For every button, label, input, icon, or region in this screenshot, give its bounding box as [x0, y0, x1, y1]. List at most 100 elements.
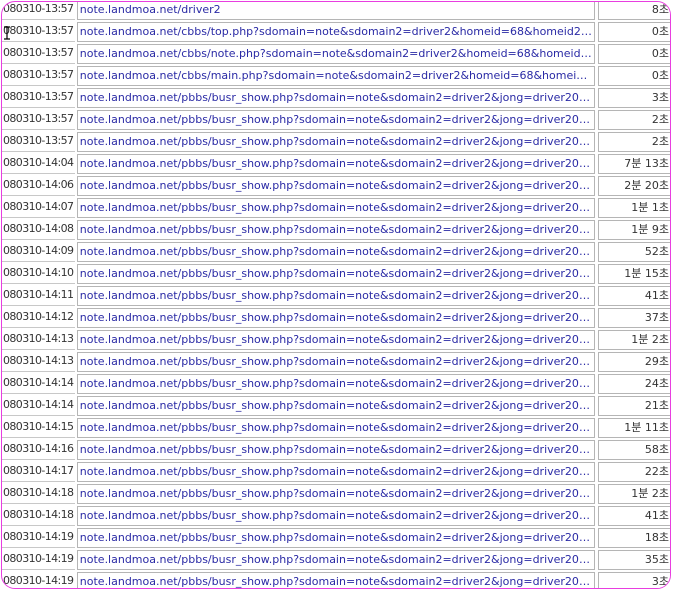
visit-time: 080310-14:04: [2, 154, 75, 174]
visit-url-field[interactable]: note.landmoa.net/pbbs/busr_show.php?sdom…: [76, 132, 596, 152]
visit-url-field[interactable]: note.landmoa.net/pbbs/busr_show.php?sdom…: [76, 572, 596, 588]
visit-duration-field[interactable]: 18초: [598, 528, 670, 548]
visit-time: 080310-14:11: [2, 286, 75, 306]
visit-time: 080310-13:57: [2, 2, 75, 20]
table-row: 080310-13:57 note.landmoa.net/cbbs/note.p…: [2, 44, 670, 64]
table-row: 080310-13:57 note.landmoa.net/pbbs/busr_s…: [2, 132, 670, 152]
visit-duration-field[interactable]: 0초: [598, 22, 670, 42]
visit-time: 080310-14:09: [2, 242, 75, 262]
table-row: 080310-14:17 note.landmoa.net/pbbs/busr_s…: [2, 462, 670, 482]
table-row: 080310-14:13 note.landmoa.net/pbbs/busr_s…: [2, 330, 670, 350]
visit-duration-field[interactable]: 1분 2초: [598, 330, 670, 350]
visit-url-field[interactable]: note.landmoa.net/driver2: [76, 2, 596, 20]
visit-url-field[interactable]: note.landmoa.net/pbbs/busr_show.php?sdom…: [76, 484, 596, 504]
visit-duration-field[interactable]: 2분 20초: [598, 176, 670, 196]
visit-url-field[interactable]: note.landmoa.net/pbbs/busr_show.php?sdom…: [76, 352, 596, 372]
visit-url-field[interactable]: note.landmoa.net/pbbs/busr_show.php?sdom…: [76, 198, 596, 218]
table-row: 080310-14:11 note.landmoa.net/pbbs/busr_s…: [2, 286, 670, 306]
visit-url-field[interactable]: note.landmoa.net/pbbs/busr_show.php?sdom…: [76, 110, 596, 130]
visit-time: 080310-14:08: [2, 220, 75, 240]
table-row: 080310-14:09 note.landmoa.net/pbbs/busr_s…: [2, 242, 670, 262]
visit-time: 080310-13:57: [2, 132, 75, 152]
visit-duration-field[interactable]: 24초: [598, 374, 670, 394]
visit-duration-field[interactable]: 2초: [598, 132, 670, 152]
table-row: 080310-14:19 note.landmoa.net/pbbs/busr_s…: [2, 550, 670, 570]
visit-time: 080310-14:17: [2, 462, 75, 482]
visit-duration-field[interactable]: 3초: [598, 572, 670, 588]
table-row: 080310-14:13 note.landmoa.net/pbbs/busr_s…: [2, 352, 670, 372]
visit-url-field[interactable]: note.landmoa.net/pbbs/busr_show.php?sdom…: [76, 550, 596, 570]
visit-time: 080310-14:10: [2, 264, 75, 284]
visit-duration-field[interactable]: 37초: [598, 308, 670, 328]
visit-url-field[interactable]: note.landmoa.net/pbbs/busr_show.php?sdom…: [76, 440, 596, 460]
visit-time: 080310-14:07: [2, 198, 75, 218]
text-cursor-icon: [4, 26, 10, 40]
visit-time: 080310-13:57: [2, 88, 75, 108]
visit-duration-field[interactable]: 41초: [598, 286, 670, 306]
visit-duration-field[interactable]: 0초: [598, 66, 670, 86]
visit-url-field[interactable]: note.landmoa.net/pbbs/busr_show.php?sdom…: [76, 396, 596, 416]
visit-duration-field[interactable]: 1분 2초: [598, 484, 670, 504]
visit-url-field[interactable]: note.landmoa.net/cbbs/note.php?sdomain=n…: [76, 44, 596, 64]
visit-url-field[interactable]: note.landmoa.net/pbbs/busr_show.php?sdom…: [76, 506, 596, 526]
table-row: 080310-14:07 note.landmoa.net/pbbs/busr_s…: [2, 198, 670, 218]
visit-time: 080310-13:57: [2, 22, 75, 42]
visit-url-field[interactable]: note.landmoa.net/pbbs/busr_show.php?sdom…: [76, 176, 596, 196]
visit-duration-field[interactable]: 3초: [598, 88, 670, 108]
visit-url-field[interactable]: note.landmoa.net/pbbs/busr_show.php?sdom…: [76, 88, 596, 108]
table-row: 080310-14:10 note.landmoa.net/pbbs/busr_s…: [2, 264, 670, 284]
table-row: 080310-14:04 note.landmoa.net/pbbs/busr_s…: [2, 154, 670, 174]
visit-time: 080310-14:13: [2, 352, 75, 372]
visit-url-field[interactable]: note.landmoa.net/pbbs/busr_show.php?sdom…: [76, 308, 596, 328]
visit-log-panel: 080310-13:57 note.landmoa.net/driver2 8초 08…: [1, 1, 671, 589]
visit-duration-field[interactable]: 1분 11초: [598, 418, 670, 438]
table-row: 080310-14:12 note.landmoa.net/pbbs/busr_s…: [2, 308, 670, 328]
visit-duration-field[interactable]: 22초: [598, 462, 670, 482]
table-row: 080310-14:19 note.landmoa.net/pbbs/busr_s…: [2, 528, 670, 548]
visit-duration-field[interactable]: 1분 1초: [598, 198, 670, 218]
visit-duration-field[interactable]: 0초: [598, 44, 670, 64]
visit-url-field[interactable]: note.landmoa.net/pbbs/busr_show.php?sdom…: [76, 418, 596, 438]
visit-duration-field[interactable]: 7분 13초: [598, 154, 670, 174]
visit-time: 080310-14:19: [2, 572, 75, 588]
table-row: 080310-13:57 note.landmoa.net/pbbs/busr_s…: [2, 110, 670, 130]
visit-time: 080310-13:57: [2, 44, 75, 64]
visit-duration-field[interactable]: 1분 15초: [598, 264, 670, 284]
table-row: 080310-14:16 note.landmoa.net/pbbs/busr_s…: [2, 440, 670, 460]
visit-duration-field[interactable]: 8초: [598, 2, 670, 20]
table-row: 080310-14:18 note.landmoa.net/pbbs/busr_s…: [2, 506, 670, 526]
visit-time: 080310-14:06: [2, 176, 75, 196]
visit-duration-field[interactable]: 58초: [598, 440, 670, 460]
visit-url-field[interactable]: note.landmoa.net/pbbs/busr_show.php?sdom…: [76, 242, 596, 262]
visit-duration-field[interactable]: 41초: [598, 506, 670, 526]
visit-url-field[interactable]: note.landmoa.net/pbbs/busr_show.php?sdom…: [76, 154, 596, 174]
visit-url-field[interactable]: note.landmoa.net/pbbs/busr_show.php?sdom…: [76, 286, 596, 306]
visit-duration-field[interactable]: 21초: [598, 396, 670, 416]
visit-url-field[interactable]: note.landmoa.net/pbbs/busr_show.php?sdom…: [76, 264, 596, 284]
visit-duration-field[interactable]: 29초: [598, 352, 670, 372]
table-row: 080310-13:57 note.landmoa.net/cbbs/top.ph…: [2, 22, 670, 42]
visit-url-field[interactable]: note.landmoa.net/pbbs/busr_show.php?sdom…: [76, 220, 596, 240]
table-row: 080310-14:14 note.landmoa.net/pbbs/busr_s…: [2, 374, 670, 394]
visit-url-field[interactable]: note.landmoa.net/pbbs/busr_show.php?sdom…: [76, 374, 596, 394]
table-row: 080310-13:57 note.landmoa.net/pbbs/busr_s…: [2, 88, 670, 108]
visit-time: 080310-14:13: [2, 330, 75, 350]
table-row: 080310-13:57 note.landmoa.net/cbbs/main.p…: [2, 66, 670, 86]
table-row: 080310-13:57 note.landmoa.net/driver2 8초: [2, 2, 670, 20]
visit-duration-field[interactable]: 2초: [598, 110, 670, 130]
visit-duration-field[interactable]: 52초: [598, 242, 670, 262]
visit-url-field[interactable]: note.landmoa.net/pbbs/busr_show.php?sdom…: [76, 330, 596, 350]
visit-url-field[interactable]: note.landmoa.net/cbbs/top.php?sdomain=no…: [76, 22, 596, 42]
visit-time: 080310-14:14: [2, 396, 75, 416]
visit-url-field[interactable]: note.landmoa.net/cbbs/main.php?sdomain=n…: [76, 66, 596, 86]
visit-time: 080310-14:12: [2, 308, 75, 328]
visit-time: 080310-14:15: [2, 418, 75, 438]
visit-duration-field[interactable]: 35초: [598, 550, 670, 570]
visit-url-field[interactable]: note.landmoa.net/pbbs/busr_show.php?sdom…: [76, 462, 596, 482]
table-row: 080310-14:15 note.landmoa.net/pbbs/busr_s…: [2, 418, 670, 438]
visit-url-field[interactable]: note.landmoa.net/pbbs/busr_show.php?sdom…: [76, 528, 596, 548]
visit-time: 080310-13:57: [2, 110, 75, 130]
table-row: 080310-14:19 note.landmoa.net/pbbs/busr_s…: [2, 572, 670, 588]
visit-duration-field[interactable]: 1분 9초: [598, 220, 670, 240]
visit-time: 080310-14:19: [2, 528, 75, 548]
